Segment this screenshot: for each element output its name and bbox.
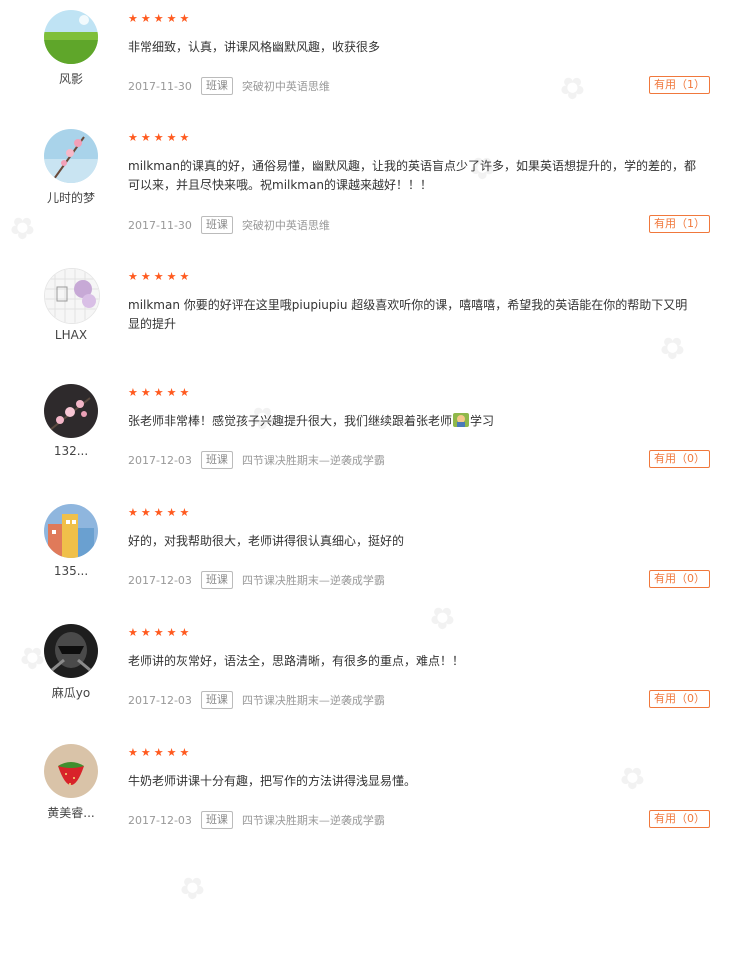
- star-rating: ★★★★★: [128, 131, 193, 144]
- review-date: 2017-12-03: [128, 453, 192, 467]
- star-rating: ★★★★★: [128, 506, 193, 519]
- review-list: ✿ ✿ ✿ ✿ ✿ ✿ ✿ ✿ ✿ 风影 ★★★★★ 非常细致，认真，讲课风格幽…: [0, 0, 750, 965]
- review-item: 135... ★★★★★ 好的，对我帮助很大，老师讲得很认真细心，挺好的 201…: [0, 504, 750, 604]
- course-type-badge: 班课: [200, 811, 233, 829]
- review-text: 非常细致，认真，讲课风格幽默风趣，收获很多: [128, 40, 381, 54]
- review-date: 2017-12-03: [128, 573, 192, 587]
- username[interactable]: 儿时的梦: [30, 189, 112, 206]
- review-text-part: 张老师非常棒！感觉孩子兴趣提升很大，我们继续跟着张老师: [128, 414, 453, 428]
- avatar[interactable]: [44, 504, 98, 558]
- review-item: 132... ★★★★★ 张老师非常棒！感觉孩子兴趣提升很大，我们继续跟着张老师…: [0, 384, 750, 484]
- review-item: 儿时的梦 ★★★★★ milkman的课真的好，通俗易懂，幽默风趣，让我的英语盲…: [0, 129, 750, 259]
- avatar[interactable]: [44, 624, 98, 678]
- review-item: 黄美睿... ★★★★★ 牛奶老师讲课十分有趣，把写作的方法讲得浅显易懂。 20…: [0, 744, 750, 844]
- course-name[interactable]: 四节课决胜期末—逆袭成学霸: [242, 452, 385, 468]
- star-rating: ★★★★★: [128, 12, 193, 25]
- useful-button[interactable]: 有用（0）: [649, 810, 710, 828]
- review-date: 2017-12-03: [128, 693, 192, 707]
- avatar-sketch-icon: [45, 269, 99, 323]
- avatar[interactable]: [44, 10, 98, 64]
- course-name[interactable]: 突破初中英语思维: [242, 217, 330, 233]
- review-date: 2017-12-03: [128, 813, 192, 827]
- avatar[interactable]: [44, 129, 98, 183]
- star-rating: ★★★★★: [128, 746, 193, 759]
- star-rating: ★★★★★: [128, 270, 193, 283]
- review-meta: 2017-12-03 班课 四节课决胜期末—逆袭成学霸: [128, 451, 385, 469]
- review-text: 牛奶老师讲课十分有趣，把写作的方法讲得浅显易懂。: [128, 774, 417, 788]
- avatar-buildings-icon: [44, 504, 98, 558]
- review-item: 麻瓜yo ★★★★★ 老师讲的灰常好，语法全，思路清晰，有很多的重点，难点！！ …: [0, 624, 750, 724]
- avatar-helmet-icon: [44, 624, 98, 678]
- username[interactable]: LHAX: [30, 328, 112, 342]
- course-type-badge: 班课: [200, 216, 233, 234]
- useful-button[interactable]: 有用（0）: [649, 450, 710, 468]
- course-name[interactable]: 四节课决胜期末—逆袭成学霸: [242, 692, 385, 708]
- review-item: 风影 ★★★★★ 非常细致，认真，讲课风格幽默风趣，收获很多 2017-11-3…: [0, 10, 750, 120]
- avatar-landscape-icon: [44, 10, 98, 64]
- review-meta: 2017-11-30 班课 突破初中英语思维: [128, 216, 330, 234]
- review-date: 2017-11-30: [128, 218, 192, 232]
- course-type-badge: 班课: [200, 451, 233, 469]
- avatar[interactable]: [44, 744, 98, 798]
- useful-button[interactable]: 有用（1）: [649, 76, 710, 94]
- username[interactable]: 黄美睿...: [30, 804, 112, 821]
- review-text: 张老师非常棒！感觉孩子兴趣提升很大，我们继续跟着张老师 学习: [128, 412, 698, 431]
- course-name[interactable]: 四节课决胜期末—逆袭成学霸: [242, 812, 385, 828]
- review-meta: 2017-12-03 班课 四节课决胜期末—逆袭成学霸: [128, 811, 385, 829]
- course-type-badge: 班课: [200, 77, 233, 95]
- username[interactable]: 麻瓜yo: [30, 684, 112, 701]
- review-item: LHAX ★★★★★ milkman 你要的好评在这里哦piupiupiu 超级…: [0, 268, 750, 368]
- review-text: 好的，对我帮助很大，老师讲得很认真细心，挺好的: [128, 534, 405, 548]
- useful-button[interactable]: 有用（1）: [649, 215, 710, 233]
- course-type-badge: 班课: [200, 691, 233, 709]
- review-text: 老师讲的灰常好，语法全，思路清晰，有很多的重点，难点！！: [128, 654, 465, 668]
- course-name[interactable]: 四节课决胜期末—逆袭成学霸: [242, 572, 385, 588]
- avatar-flower-icon: [44, 129, 98, 183]
- emoji-teacher-icon: [453, 413, 470, 427]
- review-date: 2017-11-30: [128, 79, 192, 93]
- review-text: milkman的课真的好，通俗易懂，幽默风趣，让我的英语盲点少了许多，如果英语想…: [128, 159, 696, 192]
- star-rating: ★★★★★: [128, 626, 193, 639]
- review-meta: 2017-11-30 班课 突破初中英语思维: [128, 77, 330, 95]
- course-name[interactable]: 突破初中英语思维: [242, 78, 330, 94]
- review-text-part: 学习: [470, 414, 495, 428]
- watermark: ✿: [172, 865, 215, 910]
- avatar-strawberry-icon: [44, 744, 98, 798]
- avatar[interactable]: [44, 268, 100, 324]
- useful-button[interactable]: 有用（0）: [649, 690, 710, 708]
- username[interactable]: 132...: [30, 444, 112, 458]
- useful-button[interactable]: 有用（0）: [649, 570, 710, 588]
- course-type-badge: 班课: [200, 571, 233, 589]
- review-meta: 2017-12-03 班课 四节课决胜期末—逆袭成学霸: [128, 571, 385, 589]
- avatar[interactable]: [44, 384, 98, 438]
- avatar-blossom-icon: [44, 384, 98, 438]
- star-rating: ★★★★★: [128, 386, 193, 399]
- review-text: milkman 你要的好评在这里哦piupiupiu 超级喜欢听你的课，嘻嘻嘻，…: [128, 298, 688, 331]
- review-meta: 2017-12-03 班课 四节课决胜期末—逆袭成学霸: [128, 691, 385, 709]
- username[interactable]: 135...: [30, 564, 112, 578]
- username[interactable]: 风影: [30, 70, 112, 87]
